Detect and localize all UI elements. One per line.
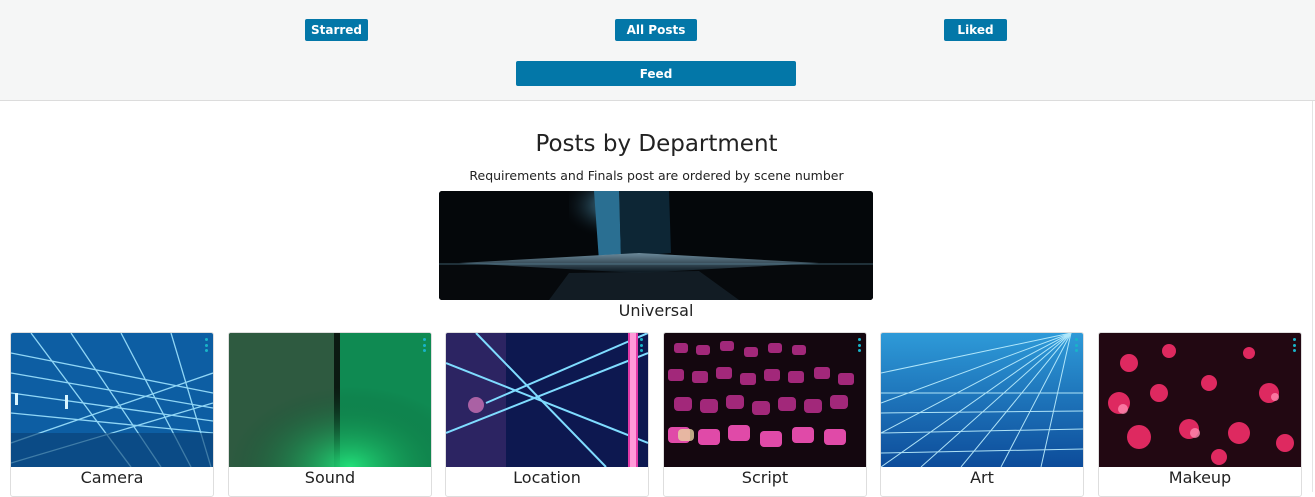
department-label: Camera — [80, 468, 144, 487]
department-card-sound[interactable]: Sound — [228, 332, 432, 497]
more-vertical-icon[interactable] — [855, 338, 863, 352]
more-vertical-icon[interactable] — [420, 338, 428, 352]
department-label: Location — [513, 468, 581, 487]
department-label: Script — [741, 468, 789, 487]
department-card-makeup[interactable]: Makeup — [1098, 332, 1302, 497]
liked-button[interactable]: Liked — [944, 19, 1007, 41]
makeup-thumbnail — [1099, 333, 1301, 467]
department-card-art[interactable]: Art — [880, 332, 1084, 497]
camera-thumbnail — [11, 333, 213, 467]
location-thumbnail — [446, 333, 648, 467]
more-vertical-icon[interactable] — [637, 338, 645, 352]
filter-bar: Starred All Posts Liked Feed — [0, 0, 1315, 101]
more-vertical-icon[interactable] — [202, 338, 210, 352]
universal-card-image[interactable] — [439, 191, 873, 300]
feed-button[interactable]: Feed — [516, 61, 796, 86]
main-content: Posts by Department Requirements and Fin… — [0, 101, 1313, 497]
art-thumbnail — [881, 333, 1083, 467]
universal-label: Universal — [618, 301, 694, 320]
department-card-script[interactable]: Script — [663, 332, 867, 497]
page-title: Posts by Department — [535, 131, 778, 157]
more-vertical-icon[interactable] — [1290, 338, 1298, 352]
all-posts-button[interactable]: All Posts — [615, 19, 697, 41]
department-card-location[interactable]: Location — [445, 332, 649, 497]
starred-button[interactable]: Starred — [305, 19, 368, 41]
department-card-camera[interactable]: Camera — [10, 332, 214, 497]
department-label: Makeup — [1168, 468, 1232, 487]
sound-thumbnail — [229, 333, 431, 467]
department-label: Art — [970, 468, 994, 487]
script-thumbnail — [664, 333, 866, 467]
more-vertical-icon[interactable] — [1072, 338, 1080, 352]
department-label: Sound — [304, 468, 356, 487]
page-subtitle: Requirements and Finals post are ordered… — [469, 168, 844, 183]
